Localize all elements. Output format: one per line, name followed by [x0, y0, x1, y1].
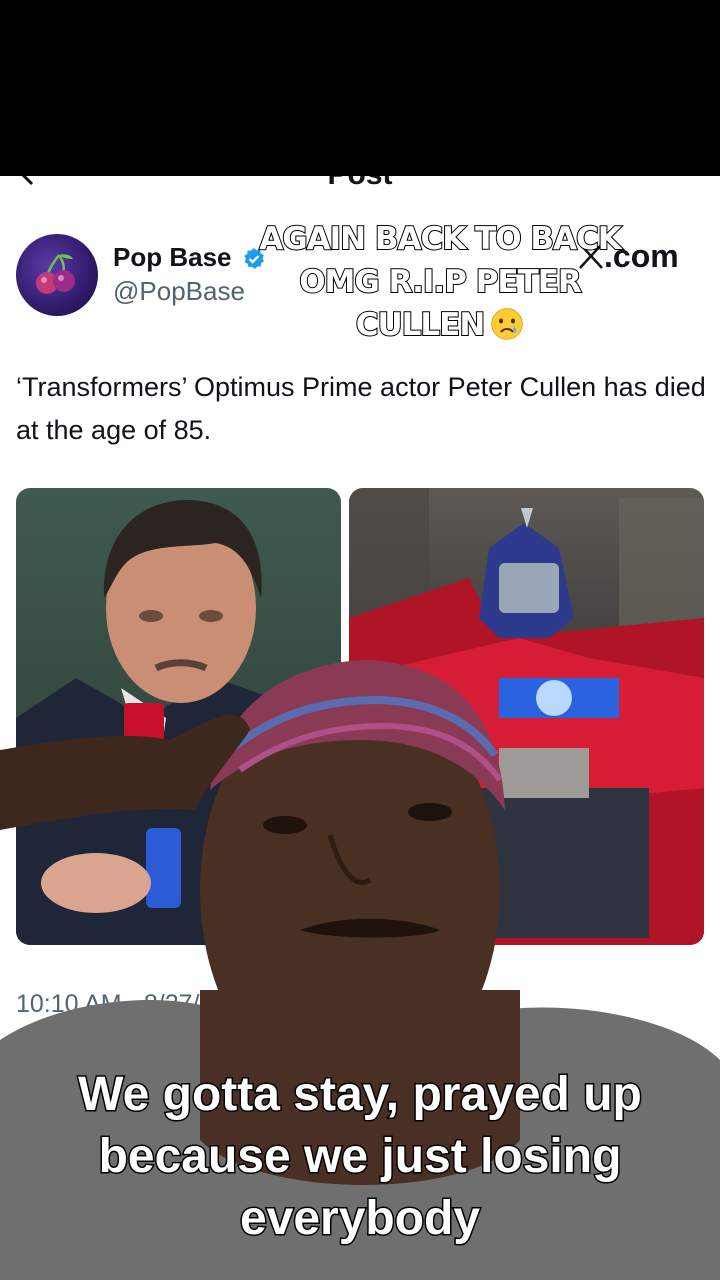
tweet-text: ‘Transformers’ Optimus Prime actor Peter…	[16, 372, 706, 445]
video-caption: We gotta stay, prayed up because we just…	[20, 1064, 700, 1250]
cherry-icon	[36, 254, 75, 294]
author-name[interactable]: Pop Base	[113, 242, 232, 273]
overlay-line-2: OMG R.I.P PETER	[298, 263, 583, 301]
crying-face-icon	[491, 308, 524, 340]
caption-line-3: everybody	[238, 1191, 481, 1247]
overlay-line-3: CULLEN	[355, 306, 487, 344]
post-nav-bar: Post	[0, 176, 720, 192]
overlay-line-1: AGAIN BACK TO BACK	[258, 220, 623, 258]
nav-title: Post	[0, 176, 720, 192]
author-handle[interactable]: @PopBase	[113, 276, 245, 307]
overlay-headline-text: AGAIN BACK TO BACK OMG R.I.P PETER CULLE…	[230, 218, 650, 347]
avatar[interactable]	[16, 234, 98, 316]
overlay-line-3-wrap: CULLEN	[230, 304, 650, 347]
caption-line-1: We gotta stay, prayed up	[77, 1067, 644, 1123]
caption-line-2: because we just losing	[97, 1129, 623, 1185]
black-top-bar	[0, 0, 720, 176]
